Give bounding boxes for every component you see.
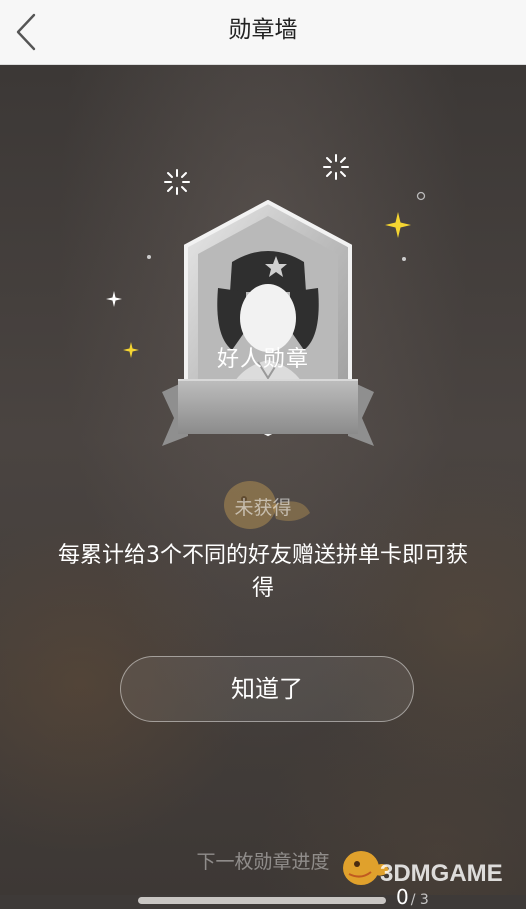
sparkle-icon — [323, 154, 349, 180]
watermark-text: 3DMGAME — [380, 860, 503, 887]
badge-emblem-icon — [162, 199, 374, 446]
dot-icon — [416, 191, 426, 201]
progress-total: / 3 — [410, 892, 429, 908]
nav-header: 勋章墙 — [0, 0, 526, 65]
star-sparkle-icon — [385, 212, 411, 238]
badge-status: 未获得 — [234, 497, 292, 519]
badge-graphic — [158, 199, 378, 460]
badge-description: 每累计给3个不同的好友赠送拼单卡即可获得 — [58, 543, 468, 601]
progress-bar — [138, 897, 386, 904]
star-sparkle-icon — [106, 291, 122, 307]
page-title: 勋章墙 — [228, 17, 298, 43]
got-it-button[interactable]: 知道了 — [120, 656, 414, 722]
badge-detail-overlay: 好人勋章 未获得 每累计给3个不同的好友赠送拼单卡即可获得 知道了 下一枚勋章进… — [0, 65, 526, 909]
badge-name: 好人勋章 — [216, 347, 309, 372]
dot-icon — [147, 255, 151, 259]
dot-icon — [402, 257, 406, 261]
sparkle-icon — [164, 169, 190, 195]
